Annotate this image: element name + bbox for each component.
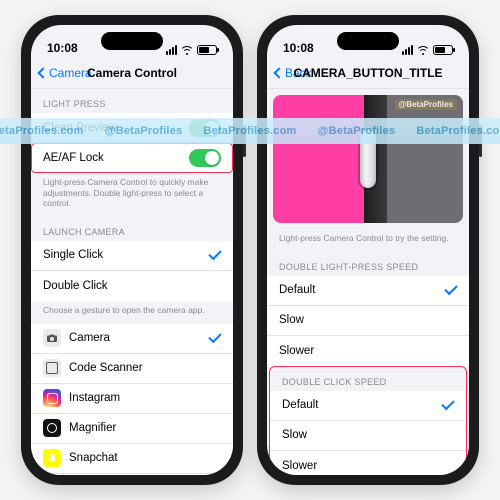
toggle-ae-af-lock[interactable] bbox=[189, 149, 221, 167]
row-dc-slower[interactable]: Slower bbox=[270, 451, 466, 475]
row-dc-slow[interactable]: Slow bbox=[270, 421, 466, 451]
app-label: Camera bbox=[69, 332, 201, 344]
checkmark-icon bbox=[208, 330, 221, 343]
nav-bar: Back CAMERA_BUTTON_TITLE bbox=[267, 57, 469, 89]
phone-right: 10:08 Back CAMERA_BUTTON_TITLE @BetaProf… bbox=[257, 15, 479, 485]
back-label: Camera bbox=[49, 66, 92, 80]
row-lp-slower[interactable]: Slower bbox=[267, 336, 469, 366]
section-header-light-press-speed: DOUBLE LIGHT-PRESS SPEED bbox=[267, 252, 469, 276]
status-time: 10:08 bbox=[47, 41, 78, 55]
cellular-icon bbox=[402, 45, 413, 55]
nav-bar: Camera Camera Control bbox=[31, 57, 233, 89]
section-footer: Choose a gesture to open the camera app. bbox=[31, 301, 233, 324]
battery-icon bbox=[433, 45, 453, 55]
section-header-light-press: LIGHT PRESS bbox=[31, 89, 233, 113]
back-button[interactable]: Camera bbox=[39, 66, 92, 80]
section-footer: Light-press Camera Control to quickly ma… bbox=[31, 173, 233, 217]
battery-icon bbox=[197, 45, 217, 55]
app-row-camera[interactable]: Camera bbox=[31, 324, 233, 354]
qr-icon bbox=[43, 359, 61, 377]
row-double-click[interactable]: Double Click bbox=[31, 271, 233, 301]
wifi-icon bbox=[417, 46, 429, 55]
row-label: Slower bbox=[282, 460, 454, 472]
preview-footer: Light-press Camera Control to try the se… bbox=[267, 229, 469, 252]
section-header-launch: LAUNCH CAMERA bbox=[31, 217, 233, 241]
row-label: AE/AF Lock bbox=[43, 152, 181, 164]
row-label: Slower bbox=[279, 345, 457, 357]
row-label: Default bbox=[279, 284, 437, 296]
app-label: Snapchat bbox=[69, 452, 221, 464]
status-time: 10:08 bbox=[283, 41, 314, 55]
highlighted-section: DOUBLE CLICK SPEED Default Slow Slower bbox=[269, 366, 467, 475]
app-label: Code Scanner bbox=[69, 362, 221, 374]
row-label: Default bbox=[282, 399, 434, 411]
app-row-none[interactable]: None bbox=[31, 474, 233, 476]
app-row-code-scanner[interactable]: Code Scanner bbox=[31, 354, 233, 384]
row-label: Clean Preview bbox=[43, 122, 181, 134]
app-label: Instagram bbox=[69, 392, 221, 404]
checkmark-icon bbox=[441, 397, 454, 410]
app-label: Magnifier bbox=[69, 422, 221, 434]
phone-left: 10:08 Camera Camera Control LIGHT PRESS … bbox=[21, 15, 243, 485]
magnifier-icon bbox=[43, 419, 61, 437]
row-clean-preview[interactable]: Clean Preview bbox=[31, 113, 233, 143]
row-ae-af-lock[interactable]: AE/AF Lock bbox=[31, 143, 233, 173]
chevron-left-icon bbox=[37, 67, 48, 78]
camera-button-render bbox=[360, 130, 376, 188]
row-single-click[interactable]: Single Click bbox=[31, 241, 233, 271]
back-label: Back bbox=[285, 66, 312, 80]
checkmark-icon bbox=[444, 282, 457, 295]
dynamic-island bbox=[337, 32, 399, 50]
row-lp-default[interactable]: Default bbox=[267, 276, 469, 306]
app-row-snapchat[interactable]: Snapchat bbox=[31, 444, 233, 474]
camera-icon bbox=[43, 329, 61, 347]
row-label: Slow bbox=[282, 429, 454, 441]
row-dc-default[interactable]: Default bbox=[270, 391, 466, 421]
instagram-icon bbox=[43, 389, 61, 407]
checkmark-icon bbox=[208, 247, 221, 260]
chevron-left-icon bbox=[273, 67, 284, 78]
preview-image: @BetaProfiles bbox=[273, 95, 463, 223]
row-label: Single Click bbox=[43, 249, 201, 261]
dynamic-island bbox=[101, 32, 163, 50]
watermark-badge: @BetaProfiles bbox=[395, 99, 458, 110]
row-label: Slow bbox=[279, 314, 457, 326]
toggle-clean-preview[interactable] bbox=[189, 119, 221, 137]
app-row-magnifier[interactable]: Magnifier bbox=[31, 414, 233, 444]
back-button[interactable]: Back bbox=[275, 66, 312, 80]
cellular-icon bbox=[166, 45, 177, 55]
section-header-double-click-speed: DOUBLE CLICK SPEED bbox=[270, 367, 466, 391]
row-label: Double Click bbox=[43, 280, 221, 292]
wifi-icon bbox=[181, 46, 193, 55]
app-row-instagram[interactable]: Instagram bbox=[31, 384, 233, 414]
row-lp-slow[interactable]: Slow bbox=[267, 306, 469, 336]
snapchat-icon bbox=[43, 449, 61, 467]
